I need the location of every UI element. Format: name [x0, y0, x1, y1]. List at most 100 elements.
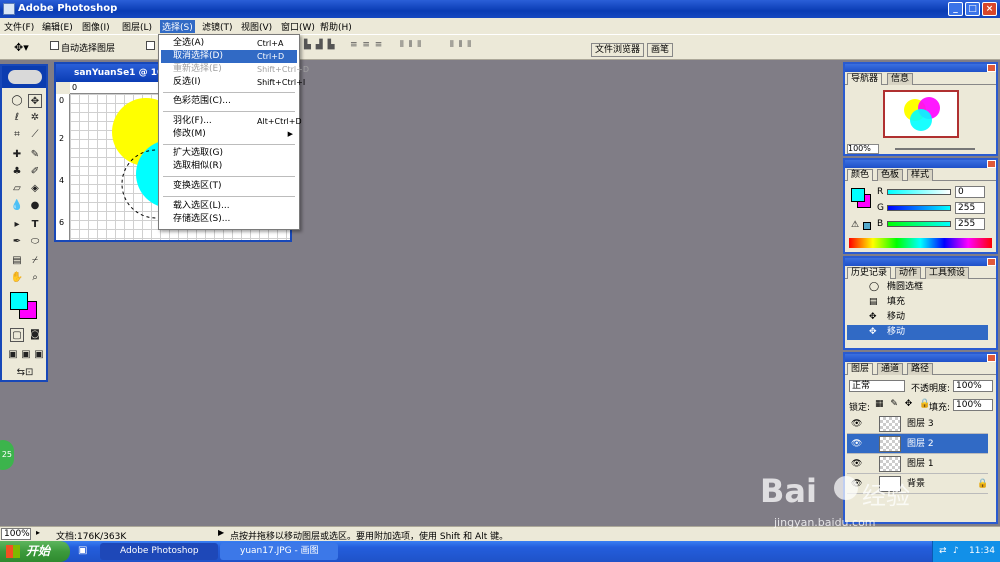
align-buttons-icon[interactable]: ▙ ▟ ▙: [304, 40, 336, 50]
g-value-field[interactable]: 255: [955, 202, 985, 214]
menu-edit[interactable]: 编辑(E): [42, 20, 73, 33]
pen-tool-icon[interactable]: ✒: [10, 235, 24, 249]
menu-item-feather[interactable]: 羽化(F)... Alt+Ctrl+D: [161, 115, 302, 128]
tab-paths[interactable]: 路径: [907, 363, 934, 375]
eraser-tool-icon[interactable]: ▱: [10, 182, 24, 196]
menu-item-similar[interactable]: 选取相似(R): [161, 160, 297, 173]
web-safe-swatch[interactable]: [863, 222, 871, 230]
navigator-zoom-slider[interactable]: [895, 148, 975, 150]
menu-view[interactable]: 视图(V): [241, 20, 272, 33]
menu-file[interactable]: 文件(F): [4, 20, 34, 33]
history-item-current[interactable]: ✥ 移动: [847, 325, 988, 340]
r-value-field[interactable]: 0: [955, 186, 985, 198]
blur-tool-icon[interactable]: 💧: [10, 199, 24, 213]
jump-to-imageready-icon[interactable]: ⇆⊡: [10, 366, 40, 380]
menu-help[interactable]: 帮助(H): [320, 20, 352, 33]
b-value-field[interactable]: 255: [955, 218, 985, 230]
tab-actions[interactable]: 动作: [895, 267, 922, 279]
tab-history[interactable]: 历史记录: [847, 267, 892, 279]
zoom-tool-icon[interactable]: ⌕: [28, 271, 42, 285]
b-slider[interactable]: [887, 221, 951, 227]
magic-wand-tool-icon[interactable]: ✲: [28, 111, 42, 125]
quick-mask-mode-icon[interactable]: ◙: [28, 328, 42, 342]
layer-row[interactable]: 👁 图层 3: [847, 414, 988, 434]
tab-channels[interactable]: 通道: [877, 363, 904, 375]
menu-window[interactable]: 窗口(W): [281, 20, 315, 33]
hand-tool-icon[interactable]: ✋: [10, 271, 24, 285]
crop-tool-icon[interactable]: ⌗: [10, 128, 24, 142]
history-brush-tool-icon[interactable]: ✐: [28, 165, 42, 179]
full-screen-menu-icon[interactable]: ▣: [19, 348, 33, 362]
fill-field[interactable]: 100%: [953, 399, 993, 411]
menu-item-grow[interactable]: 扩大选取(G): [161, 147, 297, 160]
shape-tool-icon[interactable]: ⬭: [28, 235, 42, 249]
clock[interactable]: 11:34: [969, 541, 995, 562]
marquee-tool-icon[interactable]: ◯: [10, 94, 24, 108]
tab-color[interactable]: 颜色: [847, 169, 874, 181]
menu-item-modify[interactable]: 修改(M) ▶: [161, 128, 297, 141]
menu-item-select-all[interactable]: 全选(A) Ctrl+A: [161, 37, 297, 50]
menu-layer[interactable]: 图层(L): [122, 20, 152, 33]
panel-close-icon[interactable]: [987, 160, 996, 168]
move-tool-icon[interactable]: ✥▾: [14, 41, 29, 54]
history-item[interactable]: ▤ 填充: [847, 295, 988, 310]
close-button[interactable]: ×: [982, 2, 997, 16]
show-desktop-icon[interactable]: ▣: [78, 545, 87, 556]
menu-item-transform-selection[interactable]: 变换选区(T): [161, 180, 297, 193]
menu-image[interactable]: 图像(I): [82, 20, 110, 33]
color-fg-swatch[interactable]: [851, 188, 865, 202]
navigator-zoom-field[interactable]: 100%: [847, 144, 879, 154]
task-paint[interactable]: yuan17.JPG - 画图: [220, 543, 338, 560]
healing-brush-tool-icon[interactable]: ✚: [10, 148, 24, 162]
layer-row-selected[interactable]: 👁 图层 2: [847, 434, 988, 454]
history-item[interactable]: ✥ 移动: [847, 310, 988, 325]
color-ramp[interactable]: [849, 238, 992, 248]
eyedropper-tool-icon[interactable]: ⌿: [28, 254, 42, 268]
task-photoshop[interactable]: Adobe Photoshop: [100, 543, 218, 560]
tab-navigator[interactable]: 导航器: [847, 73, 883, 85]
paint-bucket-tool-icon[interactable]: ◈: [28, 182, 42, 196]
history-item[interactable]: ◯ 椭圆选框: [847, 280, 988, 295]
standard-screen-icon[interactable]: ▣: [6, 348, 20, 362]
tab-styles[interactable]: 样式: [907, 169, 934, 181]
file-browser-tab[interactable]: 文件浏览器: [591, 43, 645, 57]
panel-close-icon[interactable]: [987, 64, 996, 72]
brushes-tab[interactable]: 画笔: [647, 43, 674, 57]
tab-info[interactable]: 信息: [887, 73, 914, 85]
panel-close-icon[interactable]: [987, 258, 996, 266]
type-tool-icon[interactable]: T: [28, 218, 42, 232]
full-screen-icon[interactable]: ▣: [32, 348, 46, 362]
tab-tool-presets[interactable]: 工具预设: [925, 267, 970, 279]
menu-item-inverse[interactable]: 反选(I) Shift+Ctrl+I: [161, 76, 305, 89]
notes-tool-icon[interactable]: ▤: [10, 254, 24, 268]
tab-swatches[interactable]: 色板: [877, 169, 904, 181]
distribute-buttons-icon[interactable]: ≡ ≡ ≡: [350, 40, 383, 50]
g-slider[interactable]: [887, 205, 951, 211]
menu-filter[interactable]: 滤镜(T): [202, 20, 233, 33]
navigator-thumbnail[interactable]: [883, 90, 959, 138]
lock-options-icon[interactable]: ▦ ✎ ✥ 🔒: [875, 399, 932, 409]
panel-close-icon[interactable]: [987, 354, 996, 362]
adobe-online-icon[interactable]: [8, 70, 42, 84]
r-slider[interactable]: [887, 189, 951, 195]
brush-tool-icon[interactable]: ✎: [28, 148, 42, 162]
clone-stamp-tool-icon[interactable]: ♣: [10, 165, 24, 179]
distribute-horizontal-icon[interactable]: ⫴ ⫴ ⫴: [400, 40, 422, 50]
network-icon[interactable]: ⇄: [939, 541, 947, 562]
menu-select[interactable]: 选择(S): [160, 20, 195, 33]
auto-select-checkbox[interactable]: [50, 41, 59, 51]
menu-item-color-range[interactable]: 色彩范围(C)...: [161, 95, 297, 108]
menu-item-load-selection[interactable]: 载入选区(L)...: [161, 200, 297, 213]
volume-icon[interactable]: ♪: [953, 541, 959, 562]
side-badge[interactable]: 25: [0, 440, 14, 470]
move-tool-icon[interactable]: ✥: [28, 94, 42, 108]
maximize-button[interactable]: □: [965, 2, 980, 16]
blend-mode-select[interactable]: 正常: [849, 380, 905, 392]
lasso-tool-icon[interactable]: ℓ: [10, 111, 24, 125]
status-zoom-field[interactable]: 100%: [1, 528, 31, 540]
path-select-tool-icon[interactable]: ▸: [10, 218, 24, 232]
start-button[interactable]: 开始: [0, 541, 70, 562]
foreground-color-swatch[interactable]: [10, 292, 28, 310]
dodge-tool-icon[interactable]: ●: [28, 199, 42, 213]
show-bounds-checkbox[interactable]: [146, 41, 155, 51]
